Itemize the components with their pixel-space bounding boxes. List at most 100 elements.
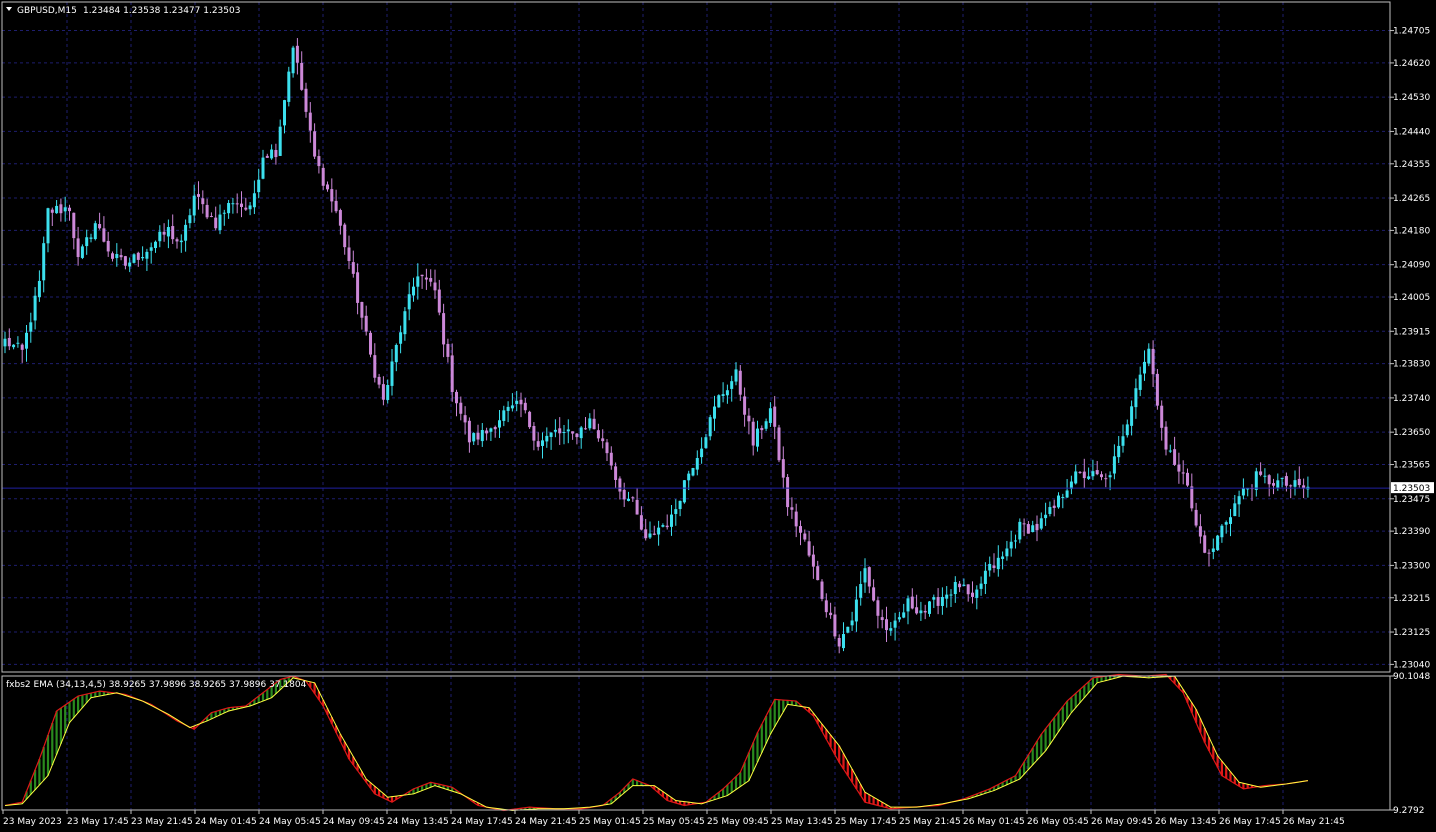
candle-body: [571, 431, 575, 434]
indicator-signal-line: [4, 675, 1308, 811]
price-tick-label: 1.23215: [1393, 594, 1430, 604]
candle-body: [326, 184, 329, 190]
candle-body: [20, 344, 24, 350]
candle-body: [777, 427, 781, 461]
candle-body: [489, 428, 493, 432]
candle-body: [1018, 521, 1022, 540]
candle-body: [545, 435, 549, 442]
candle-body: [1095, 470, 1099, 475]
price-tick-label: 1.24180: [1393, 226, 1430, 236]
ohlc-values: 1.23484 1.23538 1.23477 1.23503: [83, 6, 240, 16]
candle-body: [618, 478, 622, 492]
candle-body: [872, 587, 876, 601]
candle-body: [893, 620, 897, 628]
price-tick-label: 1.24440: [1393, 127, 1430, 137]
candle-body: [248, 205, 252, 210]
candle-body: [12, 344, 16, 348]
time-tick-label: 25 May 01:45: [579, 817, 641, 827]
time-tick-label: 23 May 21:45: [131, 817, 193, 827]
candle-body: [416, 276, 420, 287]
price-tick-label: 1.24620: [1393, 59, 1430, 69]
candle-body: [1057, 495, 1060, 508]
candle-body: [1014, 540, 1017, 542]
candle-body: [979, 583, 983, 589]
candle-body: [708, 417, 712, 437]
candle-body: [1005, 548, 1009, 557]
candle-body: [919, 610, 923, 614]
candle-body: [433, 282, 437, 291]
indicator-histogram: [8, 674, 1284, 811]
candle-body: [678, 500, 682, 510]
time-tick-label: 23 May 17:45: [67, 817, 129, 827]
candle-body: [1078, 471, 1082, 473]
candle-body: [46, 208, 50, 244]
time-tick-label: 24 May 13:45: [387, 817, 449, 827]
candle-body: [459, 402, 463, 414]
candle-body: [442, 313, 446, 345]
candle-body: [214, 217, 218, 229]
candle-body: [390, 361, 394, 386]
candle-body: [37, 280, 41, 298]
candle-body: [971, 592, 974, 597]
indicator-axis: 90.1048 9.2792: [1390, 672, 1430, 816]
price-tick-label: 1.23565: [1393, 461, 1430, 471]
candle-body: [670, 514, 673, 527]
candle-body: [1241, 488, 1245, 496]
candle-body: [756, 428, 759, 447]
price-tick-label: 1.24355: [1393, 160, 1430, 170]
candle-body: [1254, 471, 1258, 490]
price-tick-label: 1.23475: [1393, 495, 1430, 505]
candle-body: [106, 240, 110, 252]
candle-body: [1117, 445, 1121, 458]
candle-body: [295, 45, 299, 63]
time-tick-label: 26 May 13:45: [1155, 817, 1217, 827]
candle-body: [691, 467, 695, 476]
candle-body: [313, 131, 317, 157]
dropdown-triangle-icon[interactable]: [6, 7, 12, 11]
candle-body: [1087, 476, 1091, 479]
candle-body: [119, 255, 123, 258]
candle-body: [1229, 517, 1232, 524]
candle-body: [132, 254, 136, 263]
candle-body: [635, 499, 639, 515]
candle-body: [93, 223, 97, 240]
candle-body: [824, 600, 828, 613]
time-tick-label: 24 May 05:45: [259, 817, 321, 827]
candle-body: [966, 584, 970, 595]
candle-body: [201, 198, 205, 205]
candle-body: [1198, 526, 1202, 537]
candle-body: [1237, 496, 1241, 505]
candle-body: [1164, 426, 1168, 450]
candle-body: [265, 155, 269, 158]
candle-body: [923, 610, 927, 613]
candle-body: [1181, 472, 1185, 474]
candle-body: [915, 607, 919, 614]
candle-body: [171, 226, 175, 240]
candle-body: [334, 200, 338, 212]
candle-body: [287, 71, 291, 102]
candle-body: [549, 432, 553, 437]
time-tick-label: 25 May 17:45: [835, 817, 897, 827]
time-tick-label: 24 May 17:45: [451, 817, 513, 827]
time-tick-label: 26 May 09:45: [1091, 817, 1153, 827]
candle-body: [1297, 478, 1301, 486]
candle-body: [218, 214, 222, 231]
candle-body: [953, 581, 957, 595]
time-tick-label: 24 May 21:45: [515, 817, 577, 827]
candle-body: [1100, 474, 1103, 478]
candle-body: [829, 612, 833, 616]
candle-body: [885, 619, 888, 631]
candle-body: [283, 100, 286, 126]
candle-body: [1220, 525, 1224, 538]
candle-body: [1138, 374, 1142, 390]
candle-body: [321, 167, 325, 186]
candle-body: [902, 612, 906, 618]
candle-body: [1134, 388, 1138, 408]
candle-body: [235, 203, 239, 205]
price-tick-label: 1.24705: [1393, 27, 1430, 37]
candle-body: [308, 112, 312, 131]
candle-body: [450, 355, 454, 392]
candle-body: [1147, 348, 1151, 364]
candle-body: [1216, 535, 1220, 551]
candle-body: [614, 466, 618, 480]
